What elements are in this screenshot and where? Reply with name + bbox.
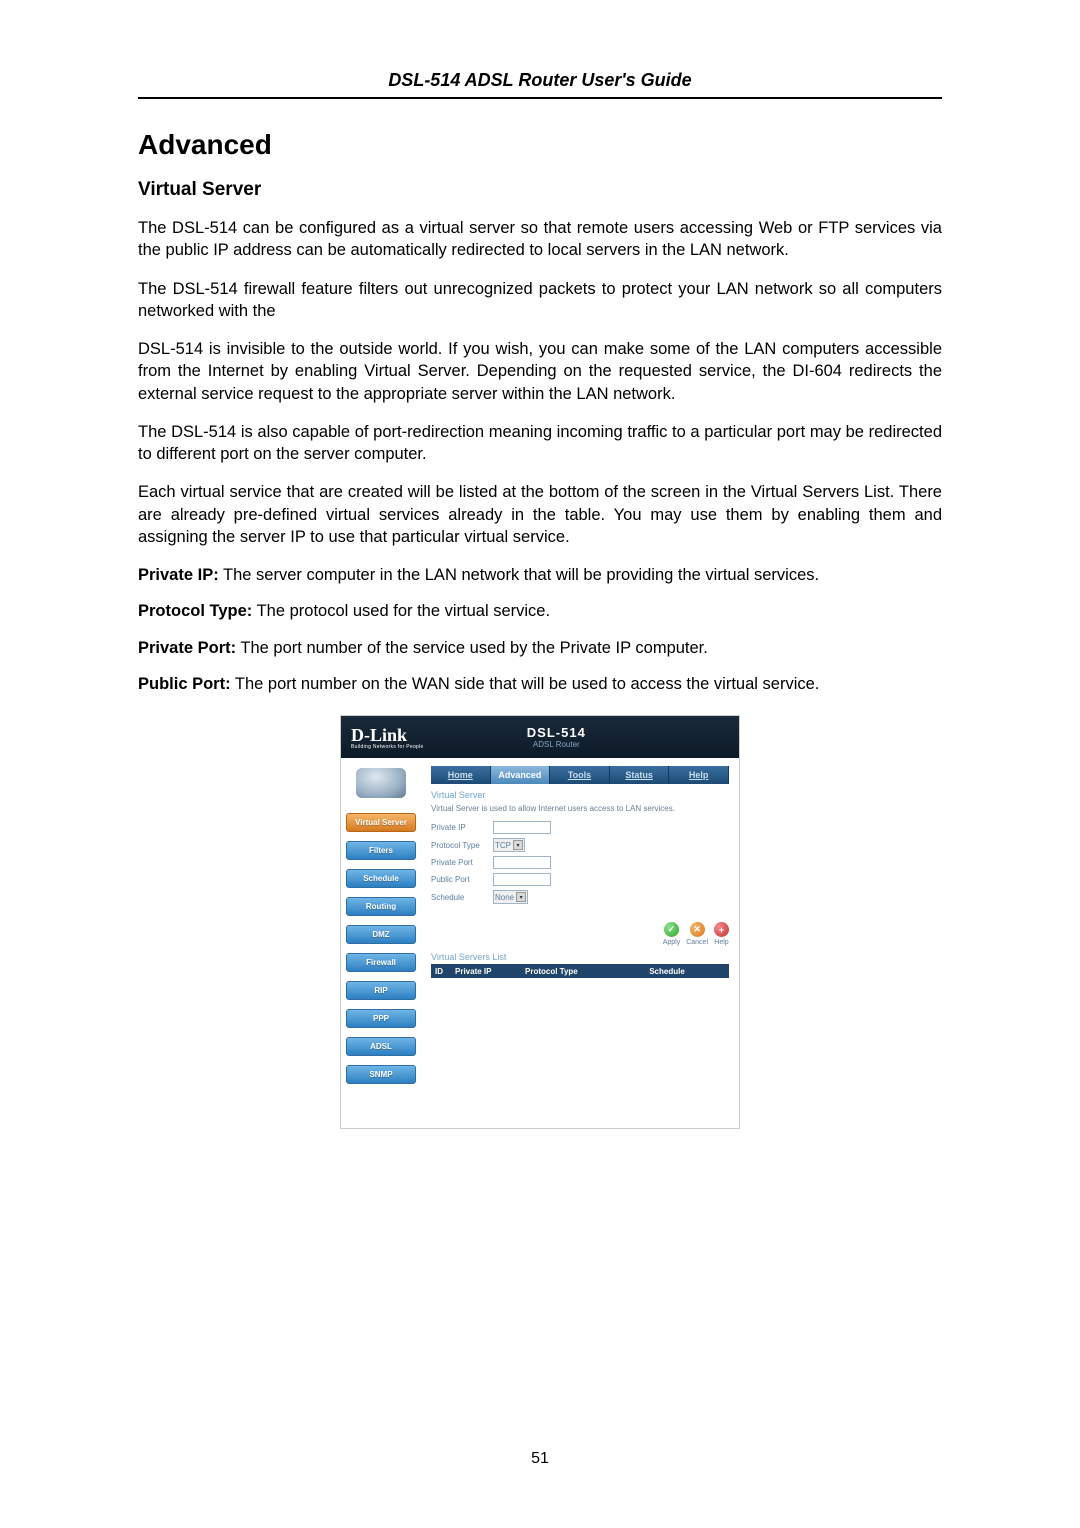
servers-list-title: Virtual Servers List — [431, 952, 729, 962]
sidebar-item-virtual-server[interactable]: Virtual Server — [346, 813, 416, 832]
model-title: DSL-514 — [527, 725, 586, 740]
tab-status[interactable]: Status — [610, 766, 670, 784]
panel-title: Virtual Server — [431, 790, 729, 800]
body-paragraph: The DSL-514 can be configured as a virtu… — [138, 217, 942, 262]
check-icon: ✓ — [664, 922, 679, 937]
panel-description: Virtual Server is used to allow Internet… — [431, 804, 729, 813]
definition-private-port: Private Port: The port number of the ser… — [138, 637, 942, 659]
body-paragraph: Each virtual service that are created wi… — [138, 481, 942, 548]
tab-row: Home Advanced Tools Status Help — [431, 766, 729, 784]
definition-term: Private Port: — [138, 639, 236, 657]
model-subtitle: ADSL Router — [527, 740, 586, 749]
schedule-label: Schedule — [431, 893, 493, 902]
body-paragraph: The DSL-514 is also capable of port-redi… — [138, 421, 942, 466]
sidebar-item-firewall[interactable]: Firewall — [346, 953, 416, 972]
product-image — [356, 768, 406, 798]
sidebar-item-routing[interactable]: Routing — [346, 897, 416, 916]
sidebar-item-snmp[interactable]: SNMP — [346, 1065, 416, 1084]
sidebar-item-dmz[interactable]: DMZ — [346, 925, 416, 944]
cancel-icon: ✕ — [690, 922, 705, 937]
definition-public-port: Public Port: The port number on the WAN … — [138, 673, 942, 695]
definition-private-ip: Private IP: The server computer in the L… — [138, 564, 942, 586]
cancel-button[interactable]: ✕ Cancel — [686, 922, 708, 946]
protocol-type-select[interactable]: TCP ▾ — [493, 838, 525, 852]
sidebar-item-filters[interactable]: Filters — [346, 841, 416, 860]
apply-button[interactable]: ✓ Apply — [663, 922, 681, 946]
private-port-input[interactable] — [493, 856, 551, 869]
schedule-value: None — [495, 893, 514, 902]
column-id: ID — [431, 967, 455, 976]
help-icon: + — [714, 922, 729, 937]
definition-term: Private IP: — [138, 566, 219, 584]
protocol-type-label: Protocol Type — [431, 841, 493, 850]
brand-tagline: Building Networks for People — [351, 744, 424, 750]
definition-protocol-type: Protocol Type: The protocol used for the… — [138, 600, 942, 622]
public-port-label: Public Port — [431, 875, 493, 884]
tab-tools[interactable]: Tools — [550, 766, 610, 784]
section-title: Advanced — [138, 129, 942, 161]
sidebar-item-schedule[interactable]: Schedule — [346, 869, 416, 888]
column-protocol-type: Protocol Type — [525, 967, 605, 976]
help-label: Help — [714, 939, 728, 946]
definition-term: Public Port: — [138, 675, 231, 693]
tab-help[interactable]: Help — [669, 766, 729, 784]
apply-label: Apply — [663, 939, 681, 946]
main-panel: Home Advanced Tools Status Help Virtual … — [421, 758, 739, 1128]
sidebar: Virtual Server Filters Schedule Routing … — [341, 758, 421, 1128]
body-paragraph: The DSL-514 firewall feature filters out… — [138, 278, 942, 323]
protocol-type-value: TCP — [495, 841, 511, 850]
tab-advanced[interactable]: Advanced — [491, 766, 551, 784]
servers-list-header: ID Private IP Protocol Type Schedule — [431, 964, 729, 978]
private-ip-input[interactable] — [493, 821, 551, 834]
private-ip-label: Private IP — [431, 823, 493, 832]
subsection-title: Virtual Server — [138, 179, 942, 201]
definition-desc: The protocol used for the virtual servic… — [252, 602, 550, 620]
definition-term: Protocol Type: — [138, 602, 252, 620]
sidebar-item-ppp[interactable]: PPP — [346, 1009, 416, 1028]
sidebar-item-adsl[interactable]: ADSL — [346, 1037, 416, 1056]
column-private-ip: Private IP — [455, 967, 525, 976]
page-number: 51 — [0, 1450, 1080, 1468]
definition-desc: The port number on the WAN side that wil… — [231, 675, 820, 693]
tab-home[interactable]: Home — [431, 766, 491, 784]
chevron-down-icon: ▾ — [513, 840, 523, 850]
chevron-down-icon: ▾ — [516, 892, 526, 902]
document-header: DSL-514 ADSL Router User's Guide — [138, 70, 942, 99]
sidebar-item-rip[interactable]: RIP — [346, 981, 416, 1000]
cancel-label: Cancel — [686, 939, 708, 946]
public-port-input[interactable] — [493, 873, 551, 886]
column-schedule: Schedule — [605, 967, 729, 976]
brand-logo: D-Link — [351, 725, 424, 746]
definition-desc: The server computer in the LAN network t… — [219, 566, 819, 584]
help-button[interactable]: + Help — [714, 922, 729, 946]
definition-desc: The port number of the service used by t… — [236, 639, 708, 657]
router-screenshot: D-Link Building Networks for People DSL-… — [340, 715, 740, 1129]
schedule-select[interactable]: None ▾ — [493, 890, 528, 904]
router-header: D-Link Building Networks for People DSL-… — [341, 716, 739, 758]
private-port-label: Private Port — [431, 858, 493, 867]
body-paragraph: DSL-514 is invisible to the outside worl… — [138, 338, 942, 405]
